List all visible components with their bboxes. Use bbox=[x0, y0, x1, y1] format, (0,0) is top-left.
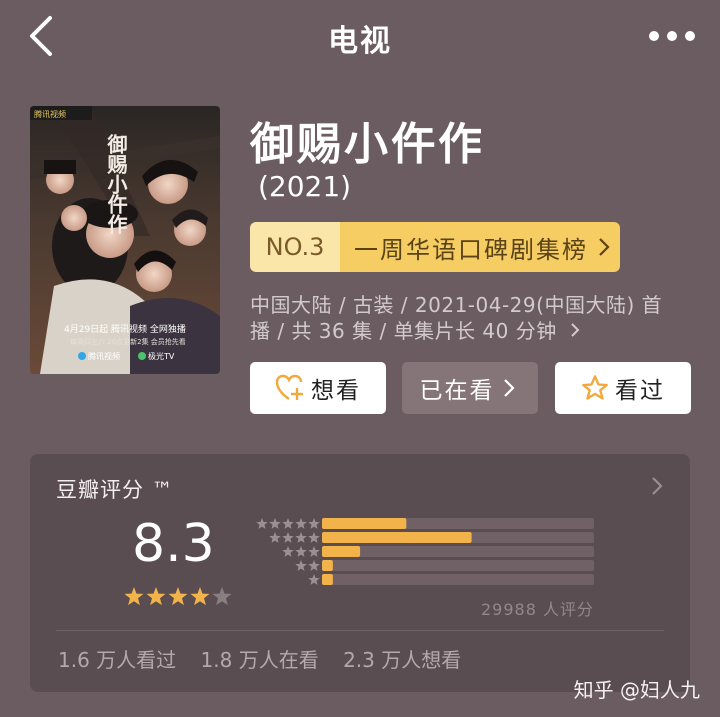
show-info[interactable]: 中国大陆 / 古装 / 2021-04-29(中国大陆) 首 播 / 共 36 … bbox=[250, 292, 690, 344]
distribution-star bbox=[269, 532, 281, 543]
info-line: 中国大陆 / 古装 / 2021-04-29(中国大陆) 首 bbox=[250, 293, 663, 317]
poster-artwork: 御赐小仵作 腾讯视频 4月29日起 腾讯视频 全网独播 每周四五六 20点更新2… bbox=[30, 106, 220, 374]
chevron-right-icon[interactable] bbox=[650, 474, 664, 498]
divider bbox=[56, 630, 664, 631]
distribution-star bbox=[269, 518, 281, 529]
rank-list-label: 一周华语口碑剧集榜 bbox=[354, 235, 588, 264]
chevron-right-icon bbox=[570, 323, 580, 337]
watching-button[interactable]: 已在看 bbox=[402, 362, 538, 414]
rating-distribution bbox=[256, 518, 594, 585]
rating-stars bbox=[124, 587, 232, 606]
poster-badge-text: 腾讯视频 bbox=[34, 109, 66, 119]
distribution-track bbox=[322, 546, 594, 557]
poster-title-text: 御赐小仵作 bbox=[104, 133, 128, 234]
distribution-bar bbox=[322, 574, 333, 585]
distribution-star bbox=[282, 532, 294, 543]
release-year: (2021) bbox=[258, 170, 352, 203]
distribution-star bbox=[282, 546, 294, 557]
want-label: 想看 bbox=[311, 378, 361, 404]
info-line: 播 / 共 36 集 / 单集片长 40 分钟 bbox=[250, 319, 557, 343]
distribution-bar bbox=[322, 518, 407, 529]
want-to-watch-button[interactable]: 想看 bbox=[250, 362, 386, 414]
distribution-star bbox=[308, 518, 320, 529]
poster-brand-text: 极光TV bbox=[148, 351, 175, 361]
distribution-star bbox=[308, 546, 320, 557]
watched-button[interactable]: 看过 bbox=[555, 362, 691, 414]
watched-count: 1.6 万人看过 bbox=[58, 648, 177, 672]
distribution-star bbox=[308, 574, 320, 585]
distribution-bar bbox=[322, 560, 333, 571]
rank-number: NO.3 bbox=[250, 222, 340, 272]
watched-label: 看过 bbox=[615, 378, 665, 404]
rating-star bbox=[168, 587, 188, 606]
top-bar: 电视 bbox=[0, 0, 720, 72]
distribution-bar bbox=[322, 546, 361, 557]
distribution-track bbox=[322, 560, 594, 571]
page-title: 电视 bbox=[328, 24, 392, 59]
rating-count: 29988 人评分 bbox=[481, 600, 594, 619]
poster-brand-text: 腾讯视频 bbox=[88, 351, 120, 361]
distribution-star bbox=[295, 518, 307, 529]
watching-label: 已在看 bbox=[419, 378, 495, 404]
want-count: 2.3 万人想看 bbox=[343, 648, 462, 672]
distribution-star bbox=[308, 532, 320, 543]
movie-title: 御赐小仵作 bbox=[250, 119, 485, 170]
rating-card[interactable]: 豆瓣评分 ™ 8.3 29988 人评分 1.6 万人看过 1.8 万人在看 2… bbox=[30, 454, 690, 692]
ranking-badge[interactable]: NO.3 一周华语口碑剧集榜 bbox=[250, 222, 620, 272]
poster-schedule-text: 每周四五六 20点更新2集 会员抢先看 bbox=[70, 337, 186, 346]
rating-star bbox=[190, 587, 210, 606]
distribution-star bbox=[256, 518, 268, 529]
chevron-right-icon bbox=[503, 379, 515, 397]
distribution-star bbox=[295, 546, 307, 557]
distribution-star bbox=[295, 532, 307, 543]
poster-date-text: 4月29日起 腾讯视频 全网独播 bbox=[64, 323, 186, 335]
rating-score: 8.3 bbox=[132, 514, 215, 574]
more-options-icon[interactable] bbox=[648, 22, 696, 50]
rank-list-name: 一周华语口碑剧集榜 bbox=[340, 222, 620, 272]
rating-title: 豆瓣评分 ™ bbox=[56, 478, 174, 502]
info-line-2: 播 / 共 36 集 / 单集片长 40 分钟 bbox=[250, 318, 690, 344]
rating-star bbox=[124, 587, 144, 606]
distribution-star bbox=[308, 560, 320, 571]
star-outline-icon bbox=[582, 375, 608, 400]
watching-count: 1.8 万人在看 bbox=[200, 648, 319, 672]
heart-plus-icon bbox=[275, 374, 303, 400]
watch-stats: 1.6 万人看过 1.8 万人在看 2.3 万人想看 bbox=[58, 644, 479, 673]
watermark: 知乎 @妇人九 bbox=[573, 678, 700, 702]
distribution-star bbox=[282, 518, 294, 529]
distribution-track bbox=[322, 574, 594, 585]
poster-image[interactable]: 御赐小仵作 腾讯视频 4月29日起 腾讯视频 全网独播 每周四五六 20点更新2… bbox=[30, 106, 220, 374]
distribution-star bbox=[295, 560, 307, 571]
chevron-right-icon bbox=[599, 238, 610, 256]
distribution-bar bbox=[322, 532, 472, 543]
rating-star bbox=[146, 587, 166, 606]
rating-star bbox=[212, 587, 232, 606]
